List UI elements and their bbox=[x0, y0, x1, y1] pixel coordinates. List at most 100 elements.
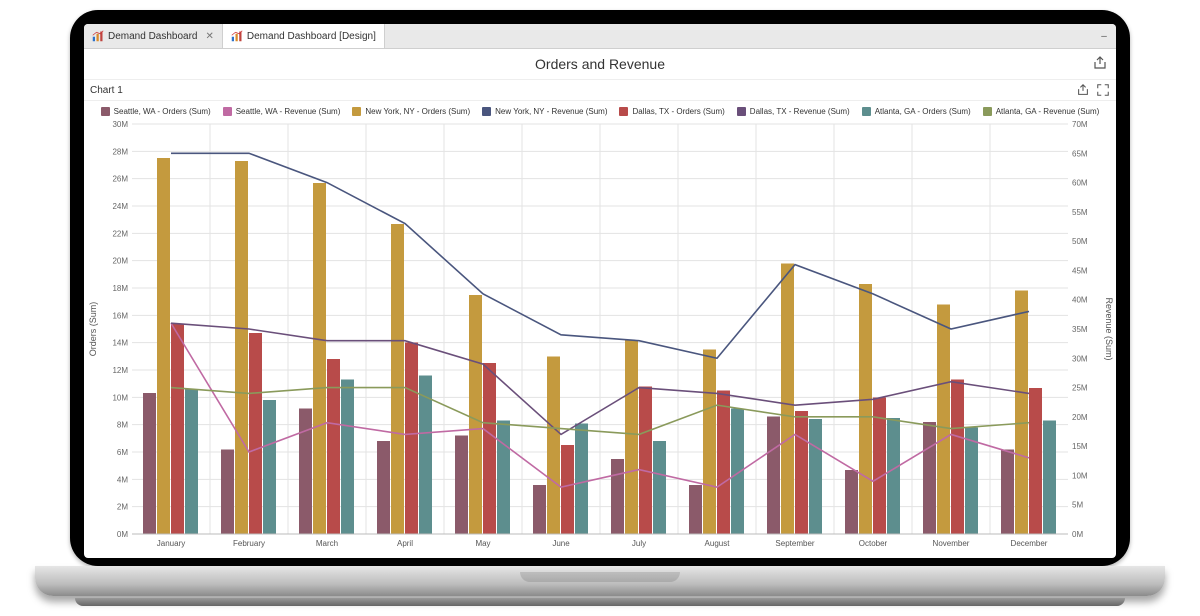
svg-text:4M: 4M bbox=[117, 475, 128, 484]
export-icon[interactable] bbox=[1076, 83, 1090, 97]
bar[interactable] bbox=[703, 350, 716, 535]
bar[interactable] bbox=[1015, 291, 1028, 534]
legend-item[interactable]: Dallas, TX - Orders (Sum) bbox=[619, 107, 724, 116]
bar[interactable] bbox=[923, 422, 936, 534]
legend-item[interactable]: Dallas, TX - Revenue (Sum) bbox=[737, 107, 850, 116]
export-icon[interactable] bbox=[1092, 55, 1108, 71]
bar[interactable] bbox=[965, 427, 978, 534]
window-minimize-button[interactable]: – bbox=[1092, 24, 1116, 48]
chart-title: Chart 1 bbox=[90, 85, 123, 96]
svg-text:14M: 14M bbox=[112, 339, 128, 348]
bar[interactable] bbox=[1001, 449, 1014, 534]
bar[interactable] bbox=[845, 470, 858, 534]
bar[interactable] bbox=[859, 284, 872, 534]
bar[interactable] bbox=[299, 408, 312, 534]
legend-item[interactable]: New York, NY - Revenue (Sum) bbox=[482, 107, 607, 116]
svg-text:55M: 55M bbox=[1072, 208, 1088, 217]
chart-legend: Seattle, WA - Orders (Sum) Seattle, WA - … bbox=[84, 101, 1116, 118]
chart-area: 0M2M4M6M8M10M12M14M16M18M20M22M24M26M28M… bbox=[84, 118, 1116, 558]
svg-text:November: November bbox=[933, 539, 970, 548]
bar[interactable] bbox=[263, 400, 276, 534]
legend-item[interactable]: New York, NY - Orders (Sum) bbox=[352, 107, 470, 116]
svg-text:45M: 45M bbox=[1072, 266, 1088, 275]
legend-item[interactable]: Seattle, WA - Revenue (Sum) bbox=[223, 107, 341, 116]
bar[interactable] bbox=[561, 445, 574, 534]
legend-label: Dallas, TX - Revenue (Sum) bbox=[750, 107, 850, 116]
bar[interactable] bbox=[937, 304, 950, 534]
tab-demand-dashboard[interactable]: Demand Dashboard ✕ bbox=[84, 24, 223, 48]
legend-label: Atlanta, GA - Orders (Sum) bbox=[875, 107, 971, 116]
svg-text:26M: 26M bbox=[112, 175, 128, 184]
legend-label: Seattle, WA - Revenue (Sum) bbox=[236, 107, 341, 116]
page-title: Orders and Revenue bbox=[535, 56, 665, 72]
svg-text:February: February bbox=[233, 539, 265, 548]
svg-text:16M: 16M bbox=[112, 311, 128, 320]
bar[interactable] bbox=[653, 441, 666, 534]
bar[interactable] bbox=[143, 393, 156, 534]
tab-demand-dashboard-design[interactable]: Demand Dashboard [Design] bbox=[223, 24, 385, 48]
svg-text:8M: 8M bbox=[117, 421, 128, 430]
bar[interactable] bbox=[951, 380, 964, 534]
bar[interactable] bbox=[639, 386, 652, 534]
bar[interactable] bbox=[455, 436, 468, 534]
bar[interactable] bbox=[547, 356, 560, 534]
legend-item[interactable]: Seattle, WA - Orders (Sum) bbox=[101, 107, 211, 116]
bar[interactable] bbox=[809, 419, 822, 534]
svg-text:0M: 0M bbox=[1072, 530, 1083, 539]
legend-label: New York, NY - Revenue (Sum) bbox=[495, 107, 607, 116]
bar[interactable] bbox=[391, 224, 404, 534]
svg-text:65M: 65M bbox=[1072, 149, 1088, 158]
svg-text:12M: 12M bbox=[112, 366, 128, 375]
legend-swatch bbox=[862, 107, 871, 116]
bar[interactable] bbox=[327, 359, 340, 534]
tab-label: Demand Dashboard bbox=[108, 31, 198, 42]
bar[interactable] bbox=[767, 416, 780, 534]
bar[interactable] bbox=[611, 459, 624, 534]
svg-text:March: March bbox=[316, 539, 338, 548]
bar[interactable] bbox=[689, 485, 702, 534]
bar[interactable] bbox=[313, 183, 326, 534]
bar[interactable] bbox=[625, 340, 638, 534]
bar[interactable] bbox=[1029, 388, 1042, 534]
bar[interactable] bbox=[171, 324, 184, 534]
bar[interactable] bbox=[1043, 421, 1056, 534]
laptop-foot-shadow bbox=[75, 598, 1125, 606]
bar[interactable] bbox=[469, 295, 482, 534]
bar[interactable] bbox=[377, 441, 390, 534]
bar[interactable] bbox=[731, 408, 744, 534]
legend-swatch bbox=[482, 107, 491, 116]
legend-label: New York, NY - Orders (Sum) bbox=[365, 107, 470, 116]
chart-svg: 0M2M4M6M8M10M12M14M16M18M20M22M24M26M28M… bbox=[84, 118, 1116, 558]
bar[interactable] bbox=[795, 411, 808, 534]
svg-text:28M: 28M bbox=[112, 147, 128, 156]
svg-text:July: July bbox=[632, 539, 646, 548]
tab-label: Demand Dashboard [Design] bbox=[247, 31, 376, 42]
bar[interactable] bbox=[533, 485, 546, 534]
svg-text:25M: 25M bbox=[1072, 384, 1088, 393]
legend-swatch bbox=[223, 107, 232, 116]
bar[interactable] bbox=[249, 333, 262, 534]
bar[interactable] bbox=[717, 391, 730, 535]
legend-swatch bbox=[352, 107, 361, 116]
bar[interactable] bbox=[235, 161, 248, 534]
bar[interactable] bbox=[575, 423, 588, 534]
svg-text:15M: 15M bbox=[1072, 442, 1088, 451]
bar[interactable] bbox=[185, 389, 198, 534]
bar[interactable] bbox=[887, 418, 900, 534]
bar[interactable] bbox=[497, 421, 510, 534]
bar[interactable] bbox=[221, 449, 234, 534]
legend-item[interactable]: Atlanta, GA - Orders (Sum) bbox=[862, 107, 971, 116]
svg-text:6M: 6M bbox=[117, 448, 128, 457]
svg-text:January: January bbox=[157, 539, 185, 548]
svg-text:August: August bbox=[705, 539, 731, 548]
bar[interactable] bbox=[405, 343, 418, 534]
bar[interactable] bbox=[483, 363, 496, 534]
bar[interactable] bbox=[341, 380, 354, 534]
close-icon[interactable]: ✕ bbox=[206, 31, 214, 42]
svg-text:40M: 40M bbox=[1072, 296, 1088, 305]
bar[interactable] bbox=[157, 158, 170, 534]
fullscreen-icon[interactable] bbox=[1096, 83, 1110, 97]
bar[interactable] bbox=[781, 263, 794, 534]
legend-item[interactable]: Atlanta, GA - Revenue (Sum) bbox=[983, 107, 1100, 116]
svg-text:September: September bbox=[775, 539, 814, 548]
